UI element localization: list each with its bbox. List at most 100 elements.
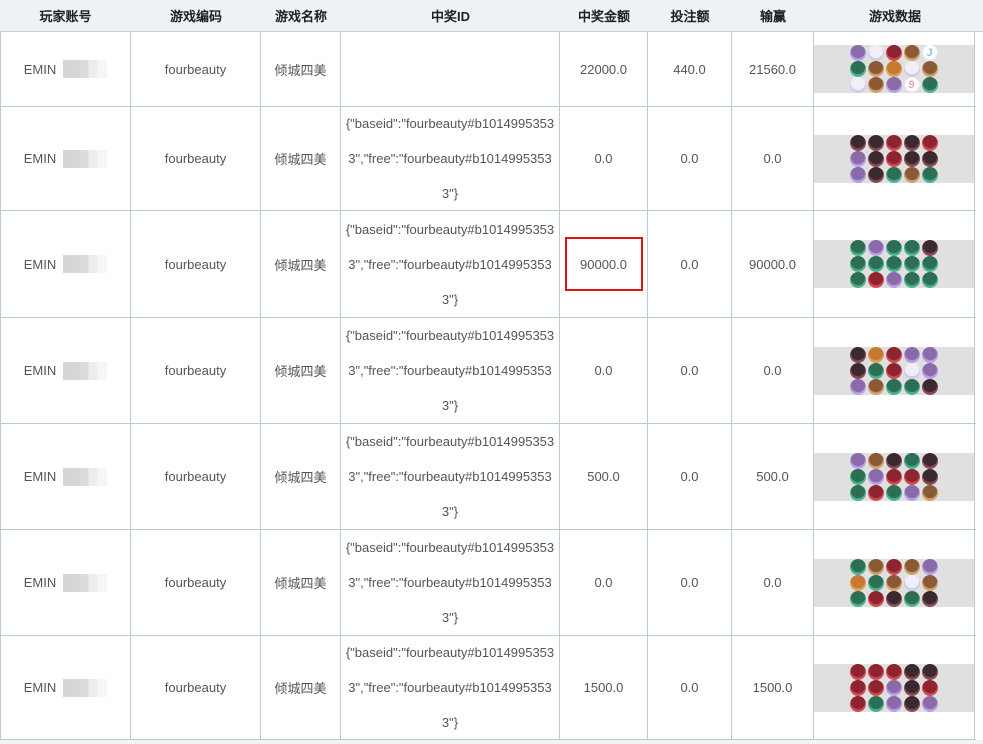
- dark-bird-symbol-icon: [922, 591, 938, 607]
- player-account: EMIN: [24, 150, 108, 168]
- green-beauty-symbol-icon: [850, 240, 866, 256]
- green-beauty-symbol-icon: [886, 167, 902, 183]
- brown-beauty-symbol-icon: [886, 575, 902, 591]
- win-id-line: 3","free":"fourbeauty#b1014995353: [348, 565, 552, 600]
- bet-amount-cell: 0.0: [648, 107, 732, 210]
- game-code-cell: fourbeauty: [131, 107, 261, 210]
- green-beauty-symbol-icon: [868, 256, 884, 272]
- player-account: EMIN: [24, 255, 108, 273]
- brown-beauty-symbol-icon: [904, 167, 920, 183]
- win-loss-cell: 1500.0: [732, 636, 814, 739]
- dark-bird-symbol-icon: [850, 135, 866, 151]
- orange-chest-symbol-icon: [868, 347, 884, 363]
- game-data-cell: [814, 107, 975, 210]
- mirror-symbol-icon: [850, 77, 866, 93]
- player-account: EMIN: [24, 679, 108, 697]
- column-header-game_name: 游戏名称: [261, 6, 341, 25]
- green-beauty-symbol-icon: [850, 559, 866, 575]
- brown-beauty-symbol-icon: [922, 485, 938, 501]
- bet-amount-cell: 440.0: [648, 32, 732, 106]
- orange-chest-symbol-icon: [850, 575, 866, 591]
- green-beauty-symbol-icon: [922, 256, 938, 272]
- player-account-cell: EMIN: [1, 530, 131, 635]
- red-beauty-symbol-icon: [850, 696, 866, 712]
- game-name-cell: 倾城四美: [261, 32, 341, 106]
- dark-bird-symbol-icon: [886, 453, 902, 469]
- red-beauty-symbol-icon: [868, 664, 884, 680]
- column-header-account: 玩家账号: [0, 6, 131, 25]
- win-amount-cell: 0.0: [560, 318, 648, 423]
- purple-beauty-symbol-icon: [922, 347, 938, 363]
- brown-beauty-symbol-icon: [904, 559, 920, 575]
- win-id-line: 3"}: [442, 494, 458, 529]
- brown-beauty-symbol-icon: [868, 379, 884, 395]
- redaction-blur: [63, 362, 107, 380]
- win-id-line: {"baseid":"fourbeauty#b1014995353: [346, 212, 554, 247]
- win-amount-value-highlighted: 90000.0: [565, 237, 643, 291]
- red-beauty-symbol-icon: [886, 363, 902, 379]
- red-beauty-symbol-icon: [850, 664, 866, 680]
- game-data-cell: [814, 211, 975, 317]
- column-header-game_code: 游戏编码: [131, 6, 261, 25]
- game-data-image: [814, 664, 974, 712]
- game-name-cell: 倾城四美: [261, 318, 341, 423]
- orange-chest-symbol-icon: [886, 61, 902, 77]
- win-id-line: 3"}: [442, 600, 458, 635]
- game-name-cell: 倾城四美: [261, 530, 341, 635]
- green-beauty-symbol-icon: [850, 272, 866, 288]
- win-amount-value: 500.0: [587, 469, 620, 484]
- win-amount-cell: 22000.0: [560, 32, 648, 106]
- bet-amount-cell: 0.0: [648, 318, 732, 423]
- symbol-grid: [850, 559, 939, 607]
- win-amount-value: 1500.0: [584, 680, 624, 695]
- green-beauty-symbol-icon: [886, 240, 902, 256]
- win-amount-value: 0.0: [594, 151, 612, 166]
- game-data-cell: [814, 318, 975, 423]
- win-id-line: 3"}: [442, 705, 458, 739]
- purple-beauty-symbol-icon: [850, 379, 866, 395]
- brown-beauty-symbol-icon: [922, 575, 938, 591]
- red-beauty-symbol-icon: [922, 680, 938, 696]
- green-beauty-symbol-icon: [904, 272, 920, 288]
- player-account-text: EMIN: [24, 257, 57, 272]
- page-bottom-strip: [0, 740, 983, 744]
- purple-beauty-symbol-icon: [904, 347, 920, 363]
- win-loss-cell: 500.0: [732, 424, 814, 529]
- game-data-image: [814, 135, 974, 183]
- green-beauty-symbol-icon: [904, 591, 920, 607]
- column-header-win_loss: 输赢: [732, 6, 814, 25]
- win-id-line: 3","free":"fourbeauty#b1014995353: [348, 353, 552, 388]
- table-row: EMIN fourbeauty 倾城四美 {"baseid":"fourbeau…: [1, 107, 976, 211]
- purple-beauty-symbol-icon: [904, 485, 920, 501]
- red-beauty-symbol-icon: [922, 135, 938, 151]
- purple-beauty-symbol-icon: [886, 680, 902, 696]
- win-amount-cell: 0.0: [560, 107, 648, 210]
- game-name-cell: 倾城四美: [261, 636, 341, 739]
- purple-beauty-symbol-icon: [850, 167, 866, 183]
- red-beauty-symbol-icon: [868, 485, 884, 501]
- win-id-cell: [341, 32, 560, 106]
- win-loss-cell: 0.0: [732, 318, 814, 423]
- win-loss-cell: 21560.0: [732, 32, 814, 106]
- green-beauty-symbol-icon: [868, 363, 884, 379]
- player-account-text: EMIN: [24, 469, 57, 484]
- dark-bird-symbol-icon: [922, 379, 938, 395]
- dark-bird-symbol-icon: [922, 151, 938, 167]
- symbol-grid: [850, 135, 939, 183]
- red-beauty-symbol-icon: [886, 664, 902, 680]
- purple-beauty-symbol-icon: [868, 240, 884, 256]
- column-header-bet_amount: 投注额: [648, 6, 732, 25]
- brown-beauty-symbol-icon: [868, 61, 884, 77]
- game-data-cell: J9: [814, 32, 975, 106]
- red-beauty-symbol-icon: [886, 151, 902, 167]
- mirror-symbol-icon: [904, 363, 920, 379]
- win-id-line: 3"}: [442, 176, 458, 210]
- player-account: EMIN: [24, 468, 108, 486]
- table-row: EMIN fourbeauty 倾城四美 {"baseid":"fourbeau…: [1, 636, 976, 740]
- red-beauty-symbol-icon: [886, 347, 902, 363]
- win-amount-cell: 1500.0: [560, 636, 648, 739]
- green-beauty-symbol-icon: [904, 379, 920, 395]
- game-records-screen: 玩家账号游戏编码游戏名称中奖ID中奖金额投注额输赢游戏数据 EMIN fourb…: [0, 0, 983, 744]
- win-id-line: 3","free":"fourbeauty#b1014995353: [348, 141, 552, 176]
- table-row: EMIN fourbeauty 倾城四美 {"baseid":"fourbeau…: [1, 530, 976, 636]
